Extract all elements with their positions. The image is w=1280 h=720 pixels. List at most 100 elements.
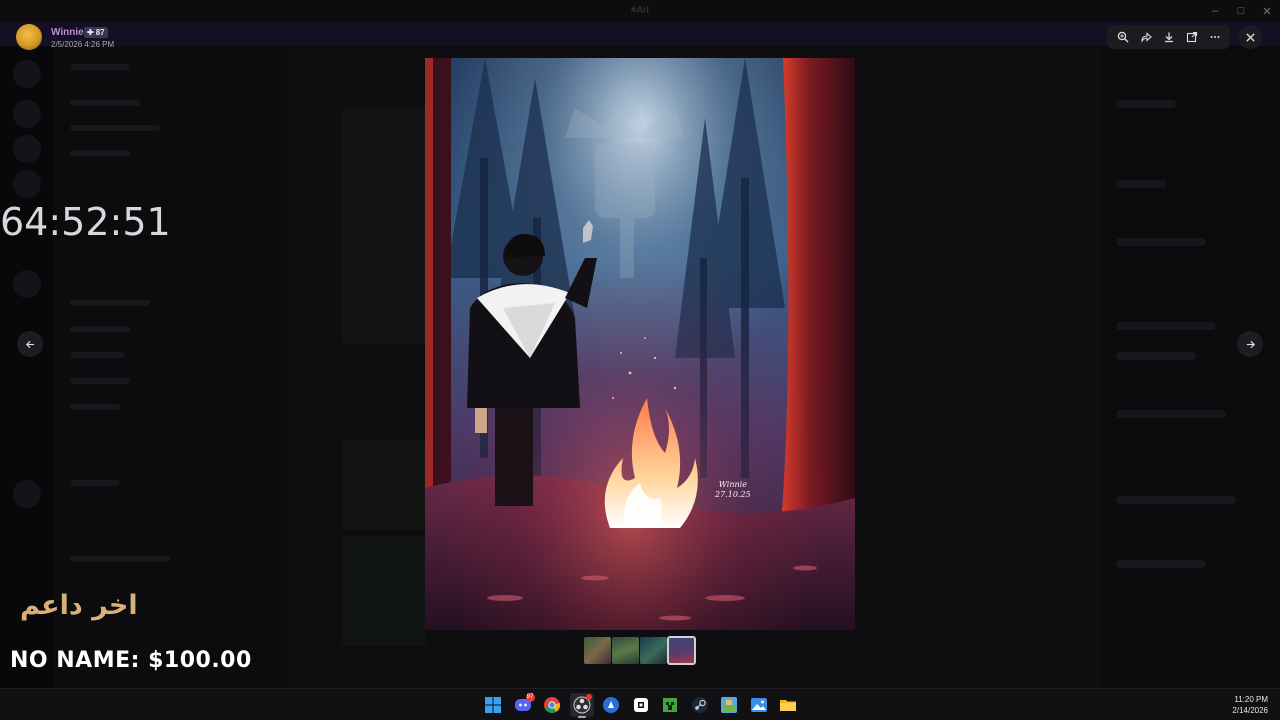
more-icon: [1210, 36, 1219, 38]
member-row: [1116, 496, 1236, 504]
last-donor-amount: NO NAME: $100.00: [10, 648, 252, 673]
author-avatar[interactable]: [16, 24, 42, 50]
channel-row: [70, 480, 120, 486]
channel-row: [70, 326, 130, 332]
member-row: [1116, 100, 1176, 108]
download-button[interactable]: [1159, 27, 1179, 47]
server-icon: [13, 170, 41, 198]
taskbar-discord[interactable]: 97: [511, 693, 535, 717]
message-timestamp: 2/5/2026 4:26 PM: [51, 40, 115, 49]
open-in-browser-button[interactable]: [1182, 27, 1202, 47]
tag-icon: ✚: [87, 28, 94, 37]
channel-row: [70, 64, 130, 70]
taskbar-file-explorer[interactable]: [776, 693, 800, 717]
chat-image: [342, 108, 426, 344]
recording-dot: [585, 694, 592, 700]
zoom-button[interactable]: [1113, 27, 1133, 47]
author-name[interactable]: Winnie: [51, 27, 84, 38]
member-row: [1116, 410, 1226, 418]
forward-button[interactable]: [1136, 27, 1156, 47]
download-icon: [1164, 32, 1173, 43]
thumbnail[interactable]: [640, 637, 667, 664]
channel-row: [70, 125, 160, 131]
thumbnail[interactable]: [584, 637, 611, 664]
previous-image-button[interactable]: [17, 331, 43, 357]
clock-date: 2/14/2026: [1232, 706, 1268, 715]
server-tag-badge: ✚ 87: [84, 27, 108, 38]
taskbar-photos[interactable]: [747, 693, 771, 717]
artist-signature: Winnie 27.10.25: [715, 480, 751, 500]
channel-row: [70, 150, 130, 156]
start-button[interactable]: [481, 693, 505, 717]
folder-icon: [780, 700, 796, 711]
channel-row: [70, 300, 150, 306]
member-row: [1116, 352, 1196, 360]
minimize-button[interactable]: –: [1202, 0, 1228, 22]
last-donor-label: اخر داعم: [20, 590, 138, 621]
taskbar-chrome[interactable]: [540, 693, 564, 717]
forward-icon: [1140, 32, 1152, 43]
taskbar-obs[interactable]: [569, 693, 594, 718]
arrow-right-icon: [1246, 340, 1255, 348]
server-icon: [13, 60, 41, 88]
window-controls: – □ ✕: [1202, 0, 1280, 22]
taskbar-steam[interactable]: [688, 693, 712, 717]
game-icon: [721, 697, 737, 713]
clock-time: 11:20 PM: [1234, 695, 1268, 704]
announcement-banner: [0, 22, 1280, 46]
more-options-button[interactable]: [1205, 27, 1225, 47]
server-icon: [13, 100, 41, 128]
media-toolbar: [1107, 25, 1230, 49]
next-image-button[interactable]: [1237, 331, 1263, 357]
channel-row: [70, 556, 170, 562]
close-viewer-button[interactable]: [1238, 25, 1262, 49]
system-clock[interactable]: 11:20 PM 2/14/2026: [1232, 694, 1268, 716]
app-window-title: #Art: [630, 5, 650, 16]
signature-name: Winnie: [718, 480, 747, 489]
taskbar-app-blue[interactable]: [599, 693, 623, 717]
member-row: [1116, 322, 1216, 330]
member-row: [1116, 180, 1166, 188]
open-external-icon: [1186, 31, 1197, 43]
member-list: [1102, 46, 1280, 688]
thumbnail-selected[interactable]: [667, 636, 696, 665]
steam-icon: [691, 697, 708, 713]
zoom-in-icon: [1117, 31, 1128, 43]
server-icon: [13, 135, 41, 163]
minecraft-icon: [663, 698, 677, 712]
arrow-left-icon: [25, 340, 34, 348]
thumbnail[interactable]: [612, 637, 639, 664]
roblox-icon: [633, 698, 648, 712]
signature-date: 27.10.25: [715, 490, 751, 499]
chat-image: [342, 440, 426, 530]
channel-row: [70, 100, 140, 106]
taskbar-game[interactable]: [717, 693, 741, 717]
discord-notification-badge: 97: [525, 693, 535, 702]
chrome-icon: [544, 697, 561, 713]
app-titlebar: #Art – □ ✕: [0, 0, 1280, 22]
channel-row: [70, 404, 120, 410]
taskbar: 97 11:20 PM 2/14/2026: [0, 688, 1280, 720]
channel-row: [70, 378, 130, 384]
blue-app-icon: [603, 697, 619, 713]
thumbnail-strip: [584, 636, 696, 665]
server-tag-label: 87: [95, 28, 105, 37]
artwork-image[interactable]: [425, 58, 855, 630]
maximize-button[interactable]: □: [1228, 0, 1254, 22]
taskbar-minecraft[interactable]: [658, 693, 682, 717]
chat-image: [342, 536, 426, 646]
screen: #Art – □ ✕ Winnie ✚ 87 2/5/2026 4:26 PM …: [0, 0, 1280, 720]
window-close-button[interactable]: ✕: [1254, 0, 1280, 22]
member-row: [1116, 238, 1206, 246]
campfire-forest-artwork: [425, 58, 855, 630]
stream-timer: 64:52:51: [0, 200, 171, 244]
windows-icon: [485, 697, 501, 713]
member-row: [1116, 560, 1206, 568]
server-icon: [13, 270, 41, 298]
taskbar-apps: 97: [481, 693, 800, 718]
channel-row: [70, 352, 125, 358]
close-icon: [1245, 32, 1255, 42]
server-icon: [13, 480, 41, 508]
photos-icon: [750, 698, 767, 712]
taskbar-roblox[interactable]: [629, 693, 653, 717]
